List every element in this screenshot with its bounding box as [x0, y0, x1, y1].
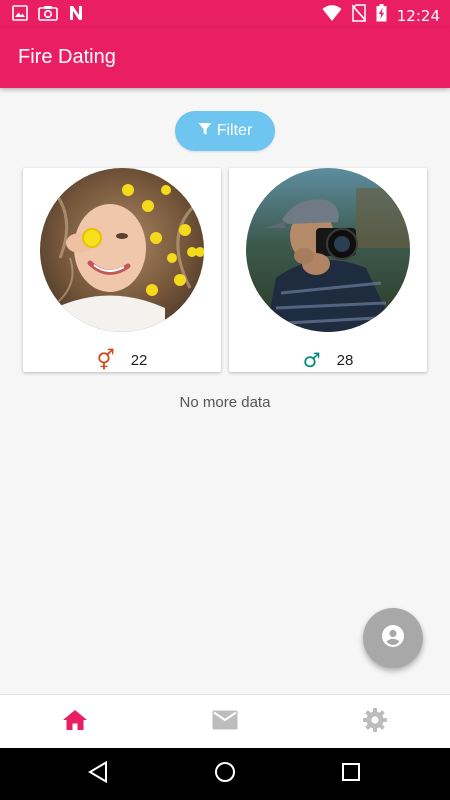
wifi-icon — [322, 4, 342, 27]
no-more-data-label: No more data — [179, 394, 271, 411]
status-bar: 12:24 — [0, 0, 450, 28]
back-button[interactable] — [86, 760, 110, 788]
app-bar: Fire Dating — [0, 28, 450, 88]
mail-icon — [212, 710, 238, 735]
home-circle-icon — [214, 761, 236, 788]
recents-square-icon — [341, 762, 361, 787]
account-circle-icon — [381, 624, 405, 653]
profile-meta: ♂ 28 — [229, 348, 427, 372]
profile-age: 22 — [130, 351, 148, 369]
no-sim-icon — [351, 4, 367, 27]
profile-card[interactable]: ⚥ 22 — [23, 168, 221, 372]
filter-icon — [198, 122, 212, 141]
profile-card[interactable]: ♂ 28 — [229, 168, 427, 372]
home-button[interactable] — [213, 761, 237, 788]
system-navigation-bar — [0, 748, 450, 800]
profile-photo[interactable] — [40, 168, 204, 332]
nav-home[interactable] — [0, 695, 150, 749]
recents-button[interactable] — [339, 762, 363, 786]
nav-messages[interactable] — [150, 695, 300, 749]
app-title: Fire Dating — [18, 46, 116, 68]
home-icon — [62, 709, 88, 736]
camera-icon — [38, 5, 58, 26]
settings-icon — [362, 707, 388, 738]
gender-icon: ♂ — [302, 348, 321, 372]
filter-label: Filter — [216, 122, 253, 139]
status-time: 12:24 — [396, 6, 440, 25]
n-notification-icon — [68, 5, 84, 26]
image-icon — [12, 5, 28, 26]
bottom-navigation — [0, 694, 450, 749]
filter-button[interactable]: Filter — [175, 111, 275, 151]
status-notifications — [12, 5, 84, 26]
gender-icon: ⚥ — [96, 348, 115, 372]
back-triangle-icon — [88, 760, 108, 788]
nav-settings[interactable] — [300, 695, 450, 749]
profile-fab-button[interactable] — [363, 608, 423, 668]
profile-meta: ⚥ 22 — [23, 348, 221, 372]
profile-age: 28 — [336, 351, 354, 369]
status-system: 12:24 — [322, 4, 440, 27]
battery-charging-icon — [376, 4, 387, 27]
profile-photo[interactable] — [246, 168, 410, 332]
